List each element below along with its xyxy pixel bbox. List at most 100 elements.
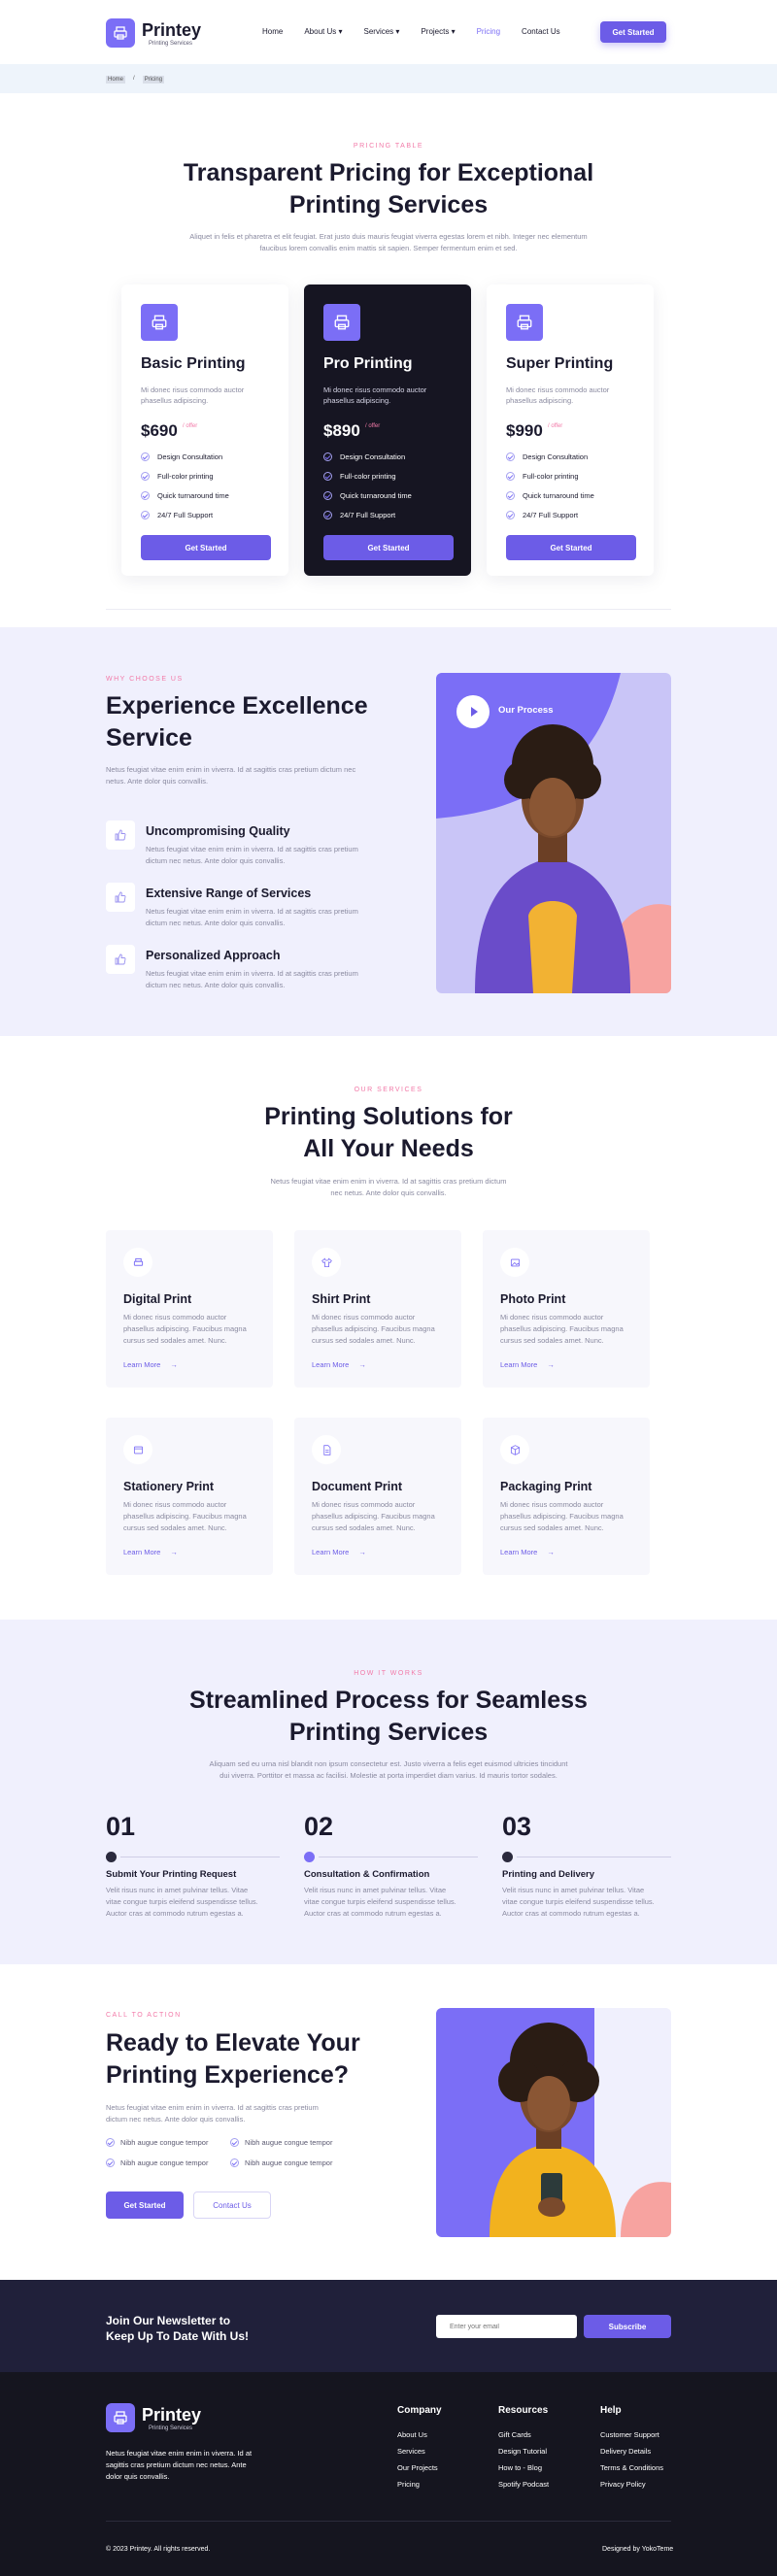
service-card-document: Document Print Mi donec risus commodo au… xyxy=(294,1418,461,1575)
services-title-line-1: Printing Solutions for xyxy=(264,1103,513,1130)
learn-more-link[interactable]: Learn More → xyxy=(123,1360,178,1369)
play-label: Our Process xyxy=(498,705,554,716)
why-item-desc-line-2: dictum nec netus. Ante dolor quis conval… xyxy=(146,981,286,989)
nav-contact[interactable]: Contact Us xyxy=(522,27,560,36)
service-desc-line-3: cursus sed sodales amet. Nunc. xyxy=(123,1336,227,1345)
why-item-desc-line-1: Netus feugiat vitae enim enim in viverra… xyxy=(146,845,358,853)
footer-link[interactable]: About Us xyxy=(397,2426,427,2443)
arrow-right-icon: → xyxy=(547,1548,555,1556)
learn-more-link[interactable]: Learn More → xyxy=(312,1548,366,1556)
cta-tick-item: Nibh augue congue tempor xyxy=(106,2158,208,2167)
nav-projects[interactable]: Projects ▾ xyxy=(421,27,455,36)
why-item-desc-line-1: Netus feugiat vitae enim enim in viverra… xyxy=(146,969,358,978)
learn-more-link[interactable]: Learn More → xyxy=(500,1548,555,1556)
check-icon xyxy=(141,471,150,481)
footer-link[interactable]: Design Tutorial xyxy=(498,2443,547,2459)
footer-link[interactable]: How to - Blog xyxy=(498,2459,542,2476)
box-icon xyxy=(500,1435,529,1464)
nav-home[interactable]: Home xyxy=(262,27,283,36)
footer-link[interactable]: Spotify Podcast xyxy=(498,2476,549,2492)
plan-feature-label: 24/7 Full Support xyxy=(157,510,214,519)
pricing-desc-line-1: Aliquet in felis et pharetra et elit feu… xyxy=(189,232,588,241)
check-icon xyxy=(323,510,332,519)
cta-desc-line-2: dictum nec netus. Ante dolor quis conval… xyxy=(106,2115,246,2124)
plan-feature-label: Quick turnaround time xyxy=(340,490,412,500)
cta-tick-item: Nibh augue congue tempor xyxy=(230,2158,332,2167)
service-card-shirt: Shirt Print Mi donec risus commodo aucto… xyxy=(294,1230,461,1388)
step-title: Consultation & Confirmation xyxy=(304,1869,430,1880)
check-icon xyxy=(506,490,515,500)
learn-more-link[interactable]: Learn More → xyxy=(312,1360,366,1369)
arrow-right-icon: → xyxy=(170,1548,178,1556)
why-desc-line-2: netus. Ante dolor quis convallis. xyxy=(106,777,209,786)
check-icon xyxy=(506,452,515,461)
logo-icon[interactable] xyxy=(106,18,135,48)
learn-more-label: Learn More xyxy=(500,1360,538,1369)
plan-desc-line-1: Mi donec risus commodo auctor xyxy=(506,385,610,394)
footer-link[interactable]: Delivery Details xyxy=(600,2443,651,2459)
check-icon xyxy=(141,490,150,500)
header-get-started-button[interactable]: Get Started xyxy=(600,21,666,43)
pricing-desc-line-2: faucibus lorem convallis enim mattis sit… xyxy=(259,244,518,252)
check-icon xyxy=(106,2158,115,2167)
process-title-line-1: Streamlined Process for Seamless xyxy=(189,1687,588,1714)
newsletter-email-input[interactable] xyxy=(436,2315,577,2338)
learn-more-label: Learn More xyxy=(500,1548,538,1556)
plan-desc-line-2: phasellus adipiscing. xyxy=(506,396,574,405)
plan-feature: Quick turnaround time xyxy=(141,485,229,505)
check-icon xyxy=(141,510,150,519)
footer-link[interactable]: Pricing xyxy=(397,2476,420,2492)
footer-brand-name[interactable]: Printey xyxy=(142,2406,201,2424)
check-icon xyxy=(506,471,515,481)
brand-name[interactable]: Printey xyxy=(142,21,201,39)
arrow-right-icon: → xyxy=(547,1360,555,1369)
breadcrumb-home[interactable]: Home xyxy=(106,76,126,84)
pricing-title-line-1: Transparent Pricing for Exceptional xyxy=(183,159,594,186)
arrow-right-icon: → xyxy=(358,1360,366,1369)
footer-desc-line-3: dolor quis convallis. xyxy=(106,2472,170,2481)
nav-services[interactable]: Services ▾ xyxy=(364,27,400,36)
cta-get-started-button[interactable]: Get Started xyxy=(106,2191,184,2219)
footer-divider xyxy=(106,2521,671,2522)
learn-more-label: Learn More xyxy=(123,1360,161,1369)
chevron-down-icon: ▾ xyxy=(395,27,400,36)
plan-get-started-button[interactable]: Get Started xyxy=(323,535,454,560)
plan-feature-label: 24/7 Full Support xyxy=(340,510,396,519)
service-card-photo: Photo Print Mi donec risus commodo aucto… xyxy=(483,1230,650,1388)
process-desc-line-2: dui viverra. Porttitor et massa ac facil… xyxy=(220,1771,557,1780)
breadcrumb-separator: / xyxy=(133,76,135,82)
nav-pricing[interactable]: Pricing xyxy=(477,27,500,36)
footer-link[interactable]: Our Projects xyxy=(397,2459,438,2476)
pricing-card-pro: Pro Printing Mi donec risus commodo auct… xyxy=(304,284,471,576)
service-desc-line-3: cursus sed sodales amet. Nunc. xyxy=(312,1523,416,1532)
play-button[interactable] xyxy=(456,695,490,728)
check-icon xyxy=(141,452,150,461)
subscribe-button[interactable]: Subscribe xyxy=(584,2315,671,2338)
footer-link[interactable]: Privacy Policy xyxy=(600,2476,646,2492)
plan-desc-line-1: Mi donec risus commodo auctor xyxy=(323,385,427,394)
step-title: Printing and Delivery xyxy=(502,1869,595,1880)
breadcrumb: Home / Pricing xyxy=(106,76,165,84)
service-desc-line-1: Mi donec risus commodo auctor xyxy=(312,1500,416,1509)
plan-get-started-button[interactable]: Get Started xyxy=(506,535,636,560)
plan-feature-label: Full-color printing xyxy=(340,471,396,481)
plan-price: $890 xyxy=(323,421,360,440)
nav-about[interactable]: About Us ▾ xyxy=(304,27,342,36)
footer-link[interactable]: Services xyxy=(397,2443,425,2459)
plan-name: Pro Printing xyxy=(323,355,413,372)
footer-link[interactable]: Customer Support xyxy=(600,2426,659,2443)
plan-get-started-button[interactable]: Get Started xyxy=(141,535,271,560)
service-desc-line-2: phasellus adipiscing. Faucibus magna xyxy=(123,1512,247,1521)
step-desc-line-1: Velit risus nunc in amet pulvinar tellus… xyxy=(106,1886,249,1894)
page: Printey Printing Services Home About Us … xyxy=(0,0,777,2576)
thumbs-up-icon xyxy=(106,820,135,850)
service-title: Digital Print xyxy=(123,1292,192,1306)
nav-projects-label: Projects xyxy=(421,27,450,36)
learn-more-link[interactable]: Learn More → xyxy=(123,1548,178,1556)
footer-logo-icon[interactable] xyxy=(106,2403,135,2432)
footer-link[interactable]: Terms & Conditions xyxy=(600,2459,663,2476)
footer-link[interactable]: Gift Cards xyxy=(498,2426,531,2443)
plan-feature-label: Quick turnaround time xyxy=(157,490,229,500)
learn-more-link[interactable]: Learn More → xyxy=(500,1360,555,1369)
cta-contact-button[interactable]: Contact Us xyxy=(193,2191,271,2219)
